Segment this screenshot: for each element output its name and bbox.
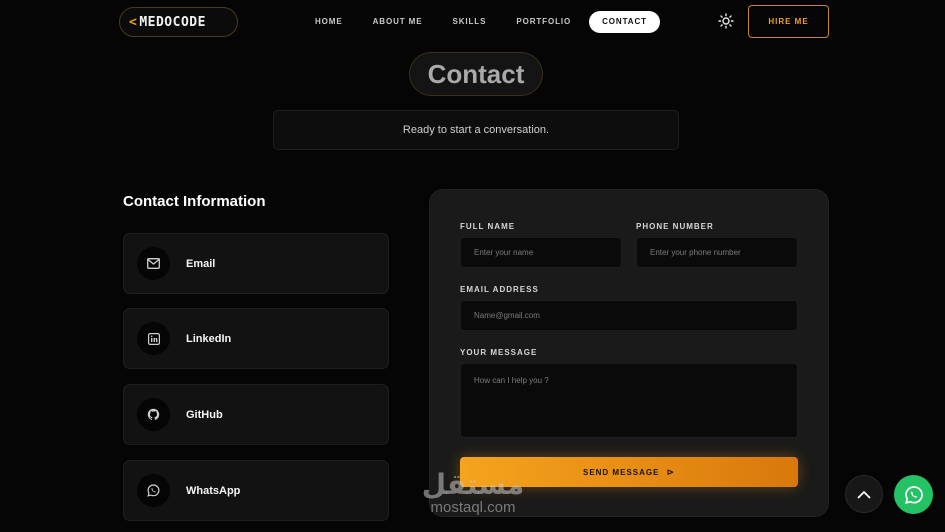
- whatsapp-float-button[interactable]: [894, 475, 933, 514]
- phone-number-label: PHONE NUMBER: [636, 222, 714, 231]
- message-label: YOUR MESSAGE: [460, 348, 538, 357]
- contact-card-whatsapp[interactable]: WhatsApp: [123, 460, 389, 521]
- logo-text: MEDOCODE: [139, 14, 206, 30]
- contact-card-github[interactable]: GitHub: [123, 384, 389, 445]
- full-name-label: FULL NAME: [460, 222, 516, 231]
- chevron-up-icon: [857, 490, 871, 498]
- page-subtitle: Ready to start a conversation.: [273, 110, 679, 150]
- email-address-input[interactable]: Name@gmail.com: [460, 300, 798, 331]
- email-address-label: EMAIL ADDRESS: [460, 285, 539, 294]
- whatsapp-icon: [904, 485, 923, 504]
- nav-links: HOME ABOUT ME SKILLS PORTFOLIO CONTACT: [300, 11, 660, 33]
- site-logo[interactable]: < MEDOCODE: [119, 7, 238, 37]
- nav-link-home[interactable]: HOME: [300, 11, 358, 33]
- watermark: مستقل mostaql.com: [413, 470, 533, 516]
- top-navbar: < MEDOCODE HOME ABOUT ME SKILLS PORTFOLI…: [0, 0, 945, 44]
- watermark-latin: mostaql.com: [430, 499, 516, 516]
- nav-link-portfolio[interactable]: PORTFOLIO: [501, 11, 586, 33]
- contact-card-linkedin[interactable]: LinkedIn: [123, 308, 389, 369]
- nav-link-contact[interactable]: CONTACT: [589, 11, 660, 33]
- logo-bracket: <: [129, 14, 138, 30]
- nav-link-about[interactable]: ABOUT ME: [358, 11, 438, 33]
- contact-info-heading: Contact Information: [123, 193, 266, 210]
- contact-card-label: LinkedIn: [186, 332, 232, 345]
- sun-icon: [718, 13, 734, 29]
- contact-card-label: GitHub: [186, 408, 223, 421]
- whatsapp-icon: [137, 474, 170, 507]
- nav-link-skills[interactable]: SKILLS: [437, 11, 501, 33]
- mail-icon: [137, 247, 170, 280]
- github-icon: [137, 398, 170, 431]
- scroll-to-top-button[interactable]: [845, 475, 883, 513]
- contact-card-label: WhatsApp: [186, 484, 241, 497]
- contact-card-label: Email: [186, 257, 216, 270]
- full-name-input[interactable]: Enter your name: [460, 237, 622, 268]
- message-textarea[interactable]: How can I help you ?: [460, 363, 798, 438]
- page-title: Contact: [409, 52, 543, 96]
- linkedin-icon: [137, 322, 170, 355]
- watermark-arabic: مستقل: [421, 468, 525, 501]
- theme-toggle-button[interactable]: [717, 12, 735, 30]
- send-message-label: SEND MESSAGE: [582, 467, 660, 477]
- hire-me-button[interactable]: HIRE ME: [748, 5, 829, 38]
- send-arrow-icon: ⊳: [666, 466, 675, 477]
- phone-number-input[interactable]: Enter your phone number: [636, 237, 798, 268]
- subtitle-text: Ready to start a conversation.: [402, 124, 550, 136]
- contact-card-email[interactable]: Email: [123, 233, 389, 294]
